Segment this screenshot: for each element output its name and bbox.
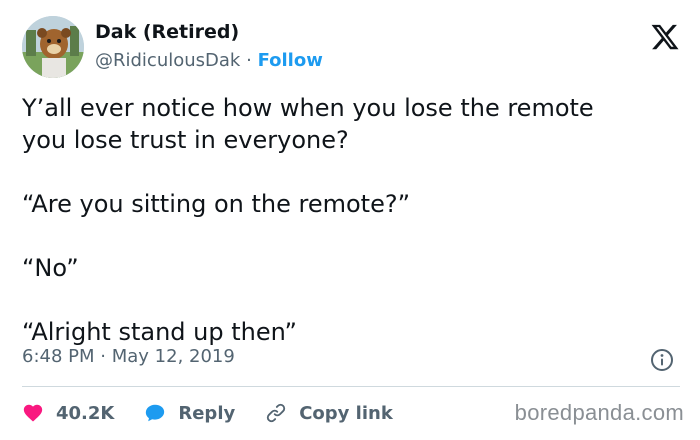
like-count: 40.2K: [56, 402, 115, 424]
handle-row: @RidiculousDak · Follow: [95, 48, 323, 74]
follow-button[interactable]: Follow: [258, 50, 323, 71]
heart-icon: [23, 404, 43, 422]
timestamp-separator: ·: [100, 346, 106, 367]
tweet-timestamp[interactable]: 6:48 PM · May 12, 2019: [22, 346, 235, 367]
reply-button[interactable]: Reply: [144, 402, 235, 424]
user-handle[interactable]: @RidiculousDak: [95, 50, 240, 71]
tweet-line: you lose trust in everyone?: [22, 126, 349, 154]
avatar-image: [22, 16, 84, 78]
tweet-line: “No”: [22, 254, 79, 282]
info-icon[interactable]: [650, 348, 674, 372]
reply-label: Reply: [178, 402, 236, 424]
watermark: boredpanda.com: [514, 400, 684, 425]
like-button[interactable]: 40.2K: [22, 402, 114, 424]
tweet-time: 6:48 PM: [22, 346, 95, 367]
copy-link-label: Copy link: [299, 402, 393, 424]
handle-separator: ·: [246, 50, 252, 71]
tweet-line: Y’all ever notice how when you lose the …: [22, 94, 594, 122]
avatar[interactable]: [22, 16, 84, 78]
link-icon: [267, 403, 286, 423]
tweet-line: “Are you sitting on the remote?”: [22, 190, 411, 218]
tweet-line: “Alright stand up then”: [22, 318, 297, 346]
tweet-text: Y’all ever notice how when you lose the …: [22, 92, 682, 348]
x-logo-icon[interactable]: [650, 22, 680, 52]
copy-link-button[interactable]: Copy link: [265, 402, 393, 424]
reply-bubble-icon: [146, 404, 165, 422]
tweet-date: May 12, 2019: [111, 346, 235, 367]
action-bar: 40.2K Reply Copy link: [22, 398, 423, 428]
author-block: Dak (Retired) @RidiculousDak · Follow: [95, 20, 323, 74]
display-name[interactable]: Dak (Retired): [95, 20, 323, 44]
divider: [22, 386, 680, 387]
